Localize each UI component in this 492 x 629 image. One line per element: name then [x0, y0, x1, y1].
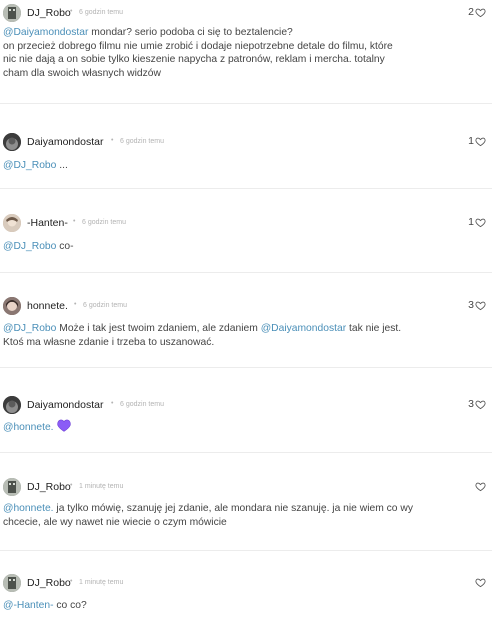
comment-time: 6 godzin temu — [83, 302, 127, 309]
avatar[interactable] — [3, 297, 21, 315]
divider — [0, 367, 492, 368]
comment-text: @DJ_Robo co- — [3, 240, 473, 254]
comment-text-line: ja tylko mówię, szanuję jej zdanie, ale … — [53, 503, 413, 514]
heart-outline-icon[interactable] — [475, 136, 486, 147]
comment-username[interactable]: Daiyamondostar — [27, 399, 103, 411]
comment-header: honnete. • 6 godzin temu 3 — [0, 297, 492, 317]
comment-text: @honnete. ja tylko mówię, szanuję jej zd… — [3, 502, 473, 529]
divider — [0, 550, 492, 551]
comment-header: Daiyamondostar • 6 godzin temu 1 — [0, 133, 492, 153]
divider — [0, 103, 492, 104]
comment-header: DJ_Robo • 1 minutę temu — [0, 574, 492, 594]
comment-text: @DJ_Robo ... — [3, 159, 473, 173]
comment-text: @Daiyamondostar mondar? serio podoba ci … — [3, 26, 473, 80]
comment-username[interactable]: DJ_Robo — [27, 7, 71, 19]
avatar[interactable] — [3, 4, 21, 22]
divider — [0, 272, 492, 273]
mention-link[interactable]: @honnete. — [3, 503, 54, 514]
mention-link[interactable]: @-Hanten- — [3, 600, 54, 611]
heart-outline-icon[interactable] — [475, 217, 486, 228]
comment-time: 6 godzin temu — [120, 401, 164, 408]
divider — [0, 188, 492, 189]
separator-dot: • — [70, 482, 73, 489]
like-count: 3 — [468, 299, 474, 311]
comment-header: DJ_Robo • 1 minutę temu — [0, 478, 492, 498]
comment-text: @DJ_Robo Może i tak jest twoim zdaniem, … — [3, 322, 473, 349]
comment-username[interactable]: -Hanten- — [27, 217, 68, 229]
comment-text-line: mondar? serio podoba ci się to beztalenc… — [88, 27, 293, 38]
heart-outline-icon[interactable] — [475, 7, 486, 18]
separator-dot: • — [111, 400, 114, 407]
comment-time: 6 godzin temu — [120, 138, 164, 145]
separator-dot: • — [74, 301, 77, 308]
heart-outline-icon[interactable] — [475, 481, 486, 492]
comment-text-line: co co? — [53, 600, 87, 611]
avatar[interactable] — [3, 214, 21, 232]
comment-username[interactable]: DJ_Robo — [27, 577, 71, 589]
comment-text: @honnete. — [3, 419, 473, 435]
mention-link[interactable]: @DJ_Robo — [3, 323, 56, 334]
heart-outline-icon[interactable] — [475, 399, 486, 410]
comment-text-line: ... — [56, 160, 68, 171]
comment-username[interactable]: DJ_Robo — [27, 481, 71, 493]
comment-text-line: on przecież dobrego filmu nie umie zrobi… — [3, 40, 393, 52]
comment-text-line: Ktoś ma własne zdanie i trzeba to uszano… — [3, 336, 215, 348]
comment-text-line: chcecie, ale wy nawet nie wiecie o czym … — [3, 516, 227, 528]
like-count: 1 — [468, 135, 474, 147]
separator-dot: • — [70, 578, 73, 585]
mention-link[interactable]: @Daiyamondostar — [261, 323, 346, 334]
comment-header: -Hanten- • 6 godzin temu 1 — [0, 214, 492, 234]
mention-link[interactable]: @Daiyamondostar — [3, 27, 88, 38]
heart-outline-icon[interactable] — [475, 577, 486, 588]
mention-link[interactable]: @DJ_Robo — [3, 241, 56, 252]
comment-text-line: cham dla swoich własnych widzów — [3, 67, 161, 79]
comment-header: DJ_Robo • 6 godzin temu 2 — [0, 4, 492, 24]
like-count: 1 — [468, 216, 474, 228]
separator-dot: • — [70, 8, 73, 15]
separator-dot: • — [73, 218, 76, 225]
comment-username[interactable]: honnete. — [27, 300, 68, 312]
avatar[interactable] — [3, 396, 21, 414]
mention-link[interactable]: @honnete. — [3, 422, 54, 433]
purple-heart-icon — [56, 419, 71, 432]
comment-text-line: nic nie dają a on sobie tylko kieszenie … — [3, 54, 385, 65]
heart-outline-icon[interactable] — [475, 300, 486, 311]
comment-time: 6 godzin temu — [79, 9, 123, 16]
comment-username[interactable]: Daiyamondostar — [27, 136, 103, 148]
like-count: 3 — [468, 398, 474, 410]
comment-time: 1 minutę temu — [79, 483, 124, 490]
comment-text-line: co- — [56, 241, 74, 252]
avatar[interactable] — [3, 133, 21, 151]
comment-header: Daiyamondostar • 6 godzin temu 3 — [0, 396, 492, 416]
comment-text-line: Może i tak jest twoim zdaniem, ale zdani… — [56, 323, 261, 334]
comment-time: 6 godzin temu — [82, 219, 126, 226]
comment-text-line: tak nie jest. — [346, 323, 402, 334]
like-count: 2 — [468, 6, 474, 18]
avatar[interactable] — [3, 574, 21, 592]
mention-link[interactable]: @DJ_Robo — [3, 160, 56, 171]
comment-text: @-Hanten- co co? — [3, 599, 473, 613]
comment-time: 1 minutę temu — [79, 579, 124, 586]
avatar[interactable] — [3, 478, 21, 496]
separator-dot: • — [111, 137, 114, 144]
divider — [0, 452, 492, 453]
